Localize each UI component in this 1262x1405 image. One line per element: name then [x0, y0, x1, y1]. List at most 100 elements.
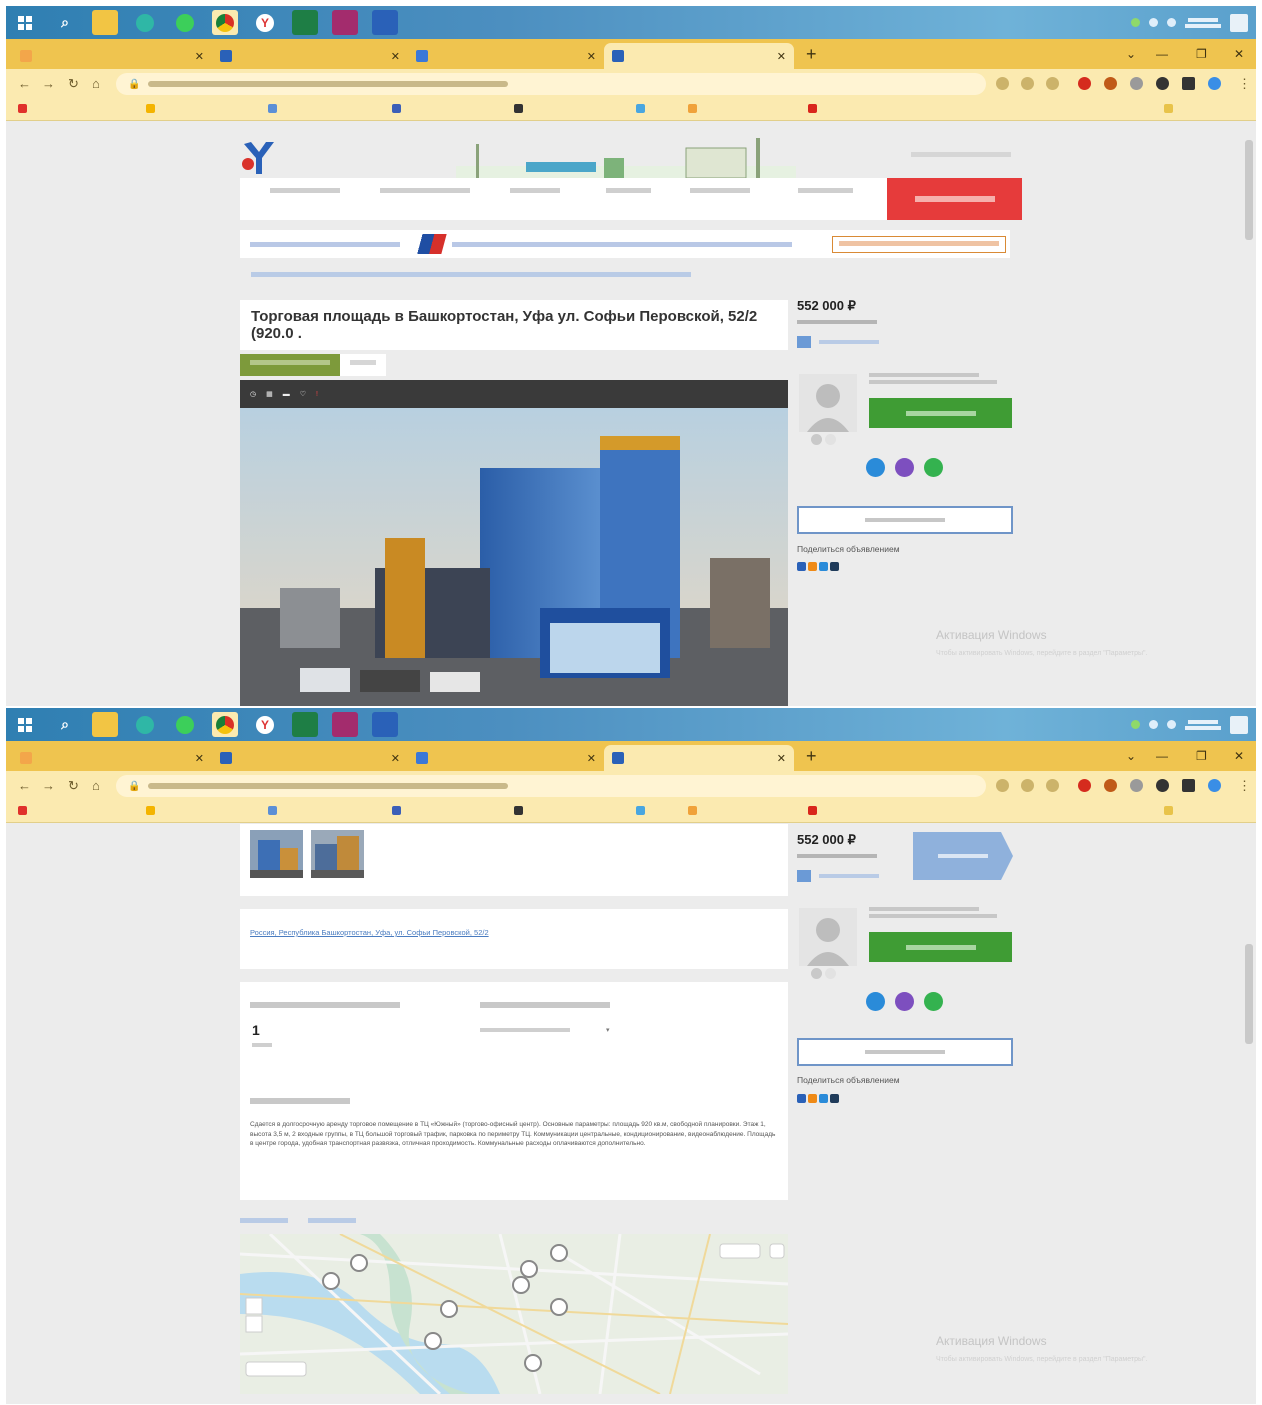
call-button[interactable]	[869, 398, 1012, 428]
price-estimate-link[interactable]	[797, 336, 879, 348]
map[interactable]	[240, 1234, 788, 1394]
minimize-icon[interactable]: —	[1156, 47, 1168, 61]
windows-start-icon[interactable]	[12, 712, 38, 737]
new-tab-button[interactable]: +	[806, 44, 817, 65]
other-bookmarks[interactable]	[1164, 806, 1173, 815]
tab-search-icon[interactable]: ⌄	[1126, 47, 1136, 61]
favorite-icon[interactable]: ♡	[300, 390, 306, 398]
close-icon[interactable]: ✕	[587, 50, 596, 63]
bookmark-7[interactable]	[688, 806, 697, 815]
extension-icon[interactable]	[1130, 77, 1143, 90]
map-marker[interactable]	[350, 1254, 368, 1272]
print-icon[interactable]: ▬	[283, 391, 290, 398]
ok-icon[interactable]	[808, 1094, 817, 1103]
new-tab-button[interactable]: +	[806, 746, 817, 767]
close-icon[interactable]: ✕	[391, 752, 400, 765]
whatsapp-icon[interactable]	[172, 712, 198, 737]
extension-icon[interactable]	[1130, 779, 1143, 792]
onenote-icon[interactable]	[332, 712, 358, 737]
rooms-count-field[interactable]: ▾	[480, 1026, 610, 1034]
get-consult-button[interactable]	[832, 235, 1006, 253]
onenote-icon[interactable]	[332, 10, 358, 35]
clock[interactable]	[1185, 16, 1221, 30]
bookmark-6[interactable]	[636, 104, 645, 113]
clock[interactable]	[1185, 718, 1221, 732]
menu-consult[interactable]	[690, 188, 750, 193]
thumbnail-2[interactable]	[311, 830, 364, 878]
twitter-icon[interactable]	[830, 562, 839, 571]
yandex-browser-icon[interactable]: Y	[252, 712, 278, 737]
tab-1[interactable]: ✕	[12, 43, 212, 69]
ok-icon[interactable]	[808, 562, 817, 571]
page-scrollbar[interactable]	[1245, 140, 1253, 240]
menu-realtors[interactable]	[606, 188, 651, 193]
profile-avatar[interactable]	[1208, 77, 1221, 90]
chrome-icon[interactable]	[212, 10, 238, 35]
add-to-favorites-button[interactable]	[913, 832, 1013, 880]
menu-realty[interactable]	[270, 188, 340, 193]
close-icon[interactable]: ✕	[587, 752, 596, 765]
whatsapp-icon[interactable]	[924, 992, 943, 1011]
price-estimate-link[interactable]	[797, 870, 879, 882]
network-icon[interactable]	[1149, 18, 1158, 27]
site-logo[interactable]	[240, 140, 276, 176]
back-icon[interactable]: ←	[18, 778, 31, 793]
opera-extension-icon[interactable]	[1078, 77, 1091, 90]
telegram-share-icon[interactable]	[819, 1094, 828, 1103]
vk-icon[interactable]	[797, 1094, 806, 1103]
edge-icon[interactable]	[132, 10, 158, 35]
bookmark-2[interactable]	[146, 806, 155, 815]
profile-avatar[interactable]	[1208, 779, 1221, 792]
complain-button[interactable]	[797, 506, 1013, 534]
thumbnail-1[interactable]	[250, 830, 303, 878]
tab-2[interactable]: ✕	[212, 745, 408, 771]
reload-icon[interactable]: ↻	[68, 76, 79, 92]
call-button[interactable]	[869, 932, 1012, 962]
twitter-icon[interactable]	[830, 1094, 839, 1103]
tab-1[interactable]: ✕	[12, 745, 212, 771]
map-canvas[interactable]	[240, 1234, 788, 1394]
minimize-icon[interactable]: —	[1156, 749, 1168, 763]
address-bar[interactable]: 🔒	[116, 73, 986, 95]
file-explorer-icon[interactable]	[92, 712, 118, 737]
excel-icon[interactable]	[292, 10, 318, 35]
bookmark-star-icon[interactable]	[1046, 779, 1059, 792]
bookmark-4[interactable]	[392, 104, 401, 113]
whatsapp-icon[interactable]	[924, 458, 943, 477]
share-page-icon[interactable]	[1021, 77, 1034, 90]
bookmark-1[interactable]	[18, 806, 27, 815]
map-link[interactable]	[240, 1216, 288, 1225]
menu-pro[interactable]	[798, 188, 853, 193]
tab-floor[interactable]	[340, 354, 386, 376]
bookmark-4[interactable]	[392, 806, 401, 815]
search-icon[interactable]: ⌕	[52, 10, 78, 35]
close-icon[interactable]: ✕	[195, 752, 204, 765]
close-icon[interactable]: ✕	[195, 50, 204, 63]
volume-icon[interactable]	[1167, 18, 1176, 27]
tab-active[interactable]: ✕	[604, 745, 794, 771]
tab-search-icon[interactable]: ⌄	[1126, 749, 1136, 763]
extensions-puzzle-icon[interactable]	[1156, 779, 1169, 792]
windows-start-icon[interactable]	[12, 10, 38, 35]
vk-icon[interactable]	[797, 562, 806, 571]
share-page-icon[interactable]	[1021, 779, 1034, 792]
menu-land[interactable]	[380, 188, 470, 193]
map-marker[interactable]	[550, 1298, 568, 1316]
tab-active[interactable]: ✕	[604, 43, 794, 69]
extension-icon[interactable]	[1104, 779, 1117, 792]
home-icon[interactable]: ⌂	[92, 76, 100, 91]
notifications-icon[interactable]	[1230, 715, 1248, 734]
tab-category[interactable]	[240, 354, 340, 376]
notifications-icon[interactable]	[1230, 13, 1248, 32]
home-icon[interactable]: ⌂	[92, 778, 100, 793]
side-panel-icon[interactable]	[1182, 779, 1195, 792]
bookmark-2[interactable]	[146, 104, 155, 113]
opera-extension-icon[interactable]	[1078, 779, 1091, 792]
weather-icon[interactable]	[1131, 18, 1140, 27]
maximize-icon[interactable]: ❐	[1196, 47, 1207, 61]
map-marker[interactable]	[524, 1354, 542, 1372]
tab-3[interactable]: ✕	[408, 43, 604, 69]
add-listing-button[interactable]	[887, 178, 1022, 220]
extensions-puzzle-icon[interactable]	[1156, 77, 1169, 90]
zoom-icon[interactable]	[996, 779, 1009, 792]
